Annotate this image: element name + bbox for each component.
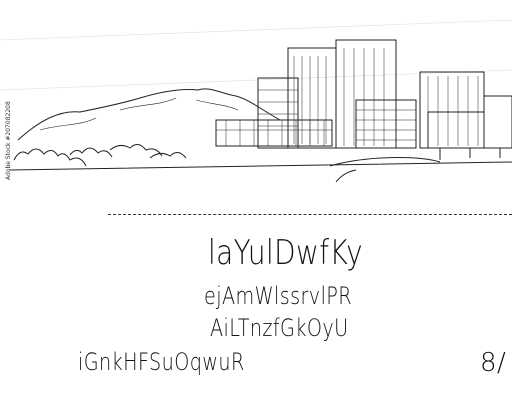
shrubs xyxy=(13,148,87,167)
text-line-2: ejAmWlssrvlPR xyxy=(204,282,353,310)
text-line-1: laYulDwfKy xyxy=(208,233,364,273)
mountain-range xyxy=(17,88,281,141)
building-tall-center xyxy=(287,47,337,149)
text-line-5: 8/ xyxy=(480,348,507,378)
text-line-4: iGnkHFSuOqwuR xyxy=(78,348,245,376)
dashed-divider xyxy=(108,214,512,215)
city-skyline-illustration: Adobe Stock #207082208 xyxy=(0,19,512,183)
text-line-3: AiLTnzfGkOyU xyxy=(210,314,349,342)
side-credit: Adobe Stock #207082208 xyxy=(5,101,12,180)
building-block xyxy=(335,39,397,149)
